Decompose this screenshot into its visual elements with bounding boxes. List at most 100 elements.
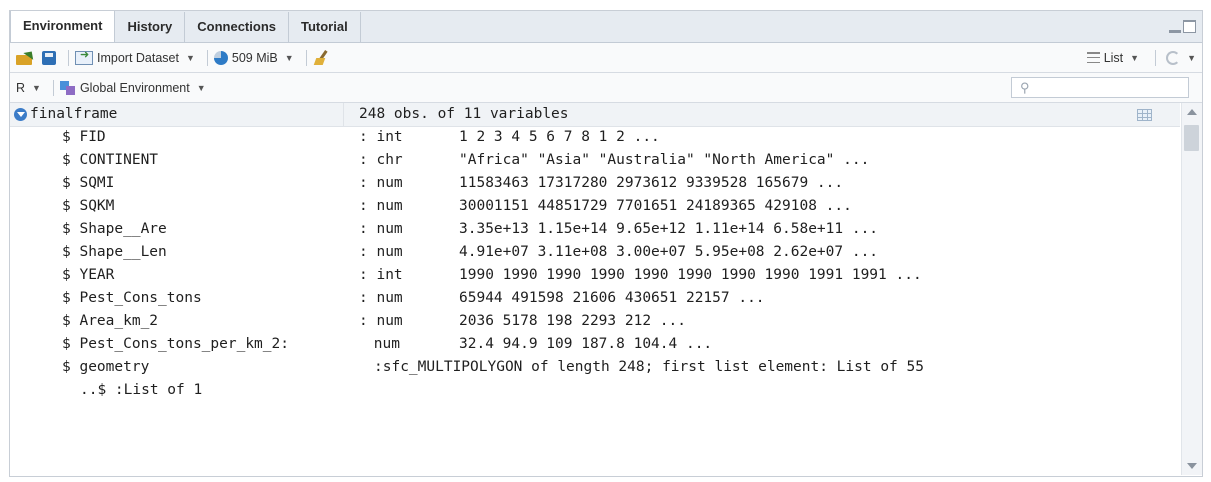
chevron-down-icon: ▼: [1130, 52, 1140, 63]
chevron-down-icon: ▼: [196, 82, 206, 93]
view-controls: List ▼ ▼: [1086, 43, 1196, 72]
memory-usage-label: 509 MiB: [231, 50, 278, 65]
variable-row: $ Shape__Len : num 4.91e+07 3.11e+08 3.0…: [10, 241, 1180, 264]
maximize-icon[interactable]: [1183, 20, 1196, 33]
column-divider: [343, 103, 344, 126]
variable-row: $ CONTINENT : chr "Africa" "Asia" "Austr…: [10, 149, 1180, 172]
scroll-down-icon[interactable]: [1187, 463, 1197, 469]
toolbar-divider: [1155, 49, 1157, 66]
pane-tab-bar: Environment History Connections Tutorial: [10, 11, 1202, 43]
refresh-icon: [1166, 50, 1181, 65]
toolbar-divider: [206, 49, 208, 66]
variable-row: $ Pest_Cons_tons : num 65944 491598 2160…: [10, 287, 1180, 310]
variable-row: $ YEAR : int 1990 1990 1990 1990 1990 19…: [10, 264, 1180, 287]
variable-row: ..$ :List of 1: [10, 379, 1180, 402]
tab-history[interactable]: History: [115, 12, 186, 42]
variable-value: 4.91e+07 3.11e+08 3.00e+07 5.95e+08 2.62…: [459, 244, 879, 260]
save-icon: [42, 50, 56, 65]
environment-pane: Environment History Connections Tutorial…: [9, 10, 1203, 477]
environment-label: Global Environment: [79, 80, 190, 95]
toolbar-divider: [68, 49, 69, 66]
collapse-toggle-icon[interactable]: [14, 108, 27, 121]
variable-row: $ Area_km_2 : num 2036 5178 198 2293 212…: [10, 310, 1180, 333]
variable-type: : int: [359, 267, 403, 283]
import-dataset-button[interactable]: Import Dataset ▼: [75, 48, 195, 65]
search-icon: ⚲: [1020, 80, 1030, 95]
object-row-finalframe[interactable]: finalframe 248 obs. of 11 variables: [10, 103, 1180, 127]
save-workspace-button[interactable]: [42, 50, 56, 65]
tab-tutorial[interactable]: Tutorial: [289, 12, 361, 42]
variable-row: $ Shape__Are : num 3.35e+13 1.15e+14 9.6…: [10, 218, 1180, 241]
environment-icon: [59, 80, 76, 95]
variable-name: $ Pest_Cons_tons_per_km_2:: [62, 336, 289, 352]
variable-name: $ Shape__Len: [62, 244, 167, 260]
variable-value: 65944 491598 21606 430651 22157 ...: [459, 290, 765, 306]
vertical-scrollbar[interactable]: [1181, 103, 1202, 475]
variable-type: : num: [359, 198, 403, 214]
object-name: finalframe: [30, 106, 118, 122]
view-mode-label: List: [1103, 50, 1124, 65]
variable-name: $ Area_km_2: [62, 313, 159, 329]
language-label: R: [16, 80, 26, 95]
variable-row: $ Pest_Cons_tons_per_km_2: num 32.4 94.9…: [10, 333, 1180, 356]
chevron-down-icon: ▼: [32, 82, 41, 93]
scroll-thumb[interactable]: [1184, 125, 1199, 151]
list-icon: [1086, 52, 1100, 63]
memory-pie-icon: [213, 50, 228, 65]
chevron-down-icon: ▼: [1187, 52, 1196, 63]
import-icon: [75, 48, 93, 65]
view-mode-dropdown[interactable]: List ▼: [1086, 50, 1140, 65]
chevron-down-icon: ▼: [185, 52, 195, 63]
chevron-down-icon: ▼: [284, 52, 294, 63]
variable-value: 30001151 44851729 7701651 24189365 42910…: [459, 198, 852, 214]
variable-row: $ SQMI : num 11583463 17317280 2973612 9…: [10, 172, 1180, 195]
variable-name: $ YEAR: [62, 267, 115, 283]
variable-type: : num: [359, 313, 403, 329]
toolbar-divider: [305, 49, 307, 66]
environment-dropdown[interactable]: Global Environment ▼: [59, 80, 206, 95]
broom-icon: [313, 49, 331, 66]
variable-type: : chr: [359, 152, 403, 168]
tab-connections[interactable]: Connections: [185, 12, 289, 42]
environment-object-list: finalframe 248 obs. of 11 variables $ FI…: [10, 103, 1202, 475]
environment-toolbar: Import Dataset ▼ 509 MiB ▼ List ▼ ▼: [10, 43, 1202, 73]
variable-name: $ CONTINENT: [62, 152, 159, 168]
variable-name: $ Shape__Are: [62, 221, 167, 237]
variable-name: $ Pest_Cons_tons: [62, 290, 202, 306]
memory-usage-button[interactable]: 509 MiB ▼: [213, 50, 294, 65]
variable-type: : num: [359, 221, 403, 237]
object-summary: 248 obs. of 11 variables: [359, 106, 569, 122]
tab-environment[interactable]: Environment: [10, 11, 116, 42]
view-table-icon[interactable]: [1137, 109, 1152, 121]
variable-name: $ SQMI: [62, 175, 115, 191]
load-workspace-button[interactable]: [16, 47, 37, 65]
variable-type: : num: [359, 175, 403, 191]
variable-type: : num: [359, 244, 403, 260]
import-dataset-label: Import Dataset: [97, 50, 179, 65]
variable-name: $ FID: [62, 129, 106, 145]
minimize-icon[interactable]: [1169, 25, 1181, 33]
variable-value: 32.4 94.9 109 187.8 104.4 ...: [459, 336, 713, 352]
toolbar-divider: [52, 79, 54, 96]
window-controls: [1169, 20, 1196, 33]
environment-selector-bar: R ▼ Global Environment ▼ ⚲: [10, 73, 1202, 103]
variable-name: $ SQKM: [62, 198, 115, 214]
variable-type: : int: [359, 129, 403, 145]
language-dropdown[interactable]: R ▼: [16, 81, 41, 95]
scroll-up-icon[interactable]: [1187, 109, 1197, 115]
clear-workspace-button[interactable]: [313, 49, 331, 66]
variable-type: :sfc_MULTIPOLYGON of length 248; first l…: [374, 359, 924, 375]
variable-value: 1990 1990 1990 1990 1990 1990 1990 1990 …: [459, 267, 922, 283]
variable-value: 1 2 3 4 5 6 7 8 1 2 ...: [459, 129, 660, 145]
variable-row: $ FID : int 1 2 3 4 5 6 7 8 1 2 ...: [10, 126, 1180, 149]
variable-row: $ geometry :sfc_MULTIPOLYGON of length 2…: [10, 356, 1180, 379]
variable-row: $ SQKM : num 30001151 44851729 7701651 2…: [10, 195, 1180, 218]
open-folder-icon: [16, 47, 37, 65]
variable-name: $ geometry: [62, 359, 150, 375]
variable-value: 2036 5178 198 2293 212 ...: [459, 313, 686, 329]
variable-value: 11583463 17317280 2973612 9339528 165679…: [459, 175, 844, 191]
variable-value: 3.35e+13 1.15e+14 9.65e+12 1.11e+14 6.58…: [459, 221, 879, 237]
search-input[interactable]: ⚲: [1011, 77, 1189, 98]
variable-type: num: [365, 336, 400, 352]
refresh-button[interactable]: ▼: [1166, 50, 1196, 65]
